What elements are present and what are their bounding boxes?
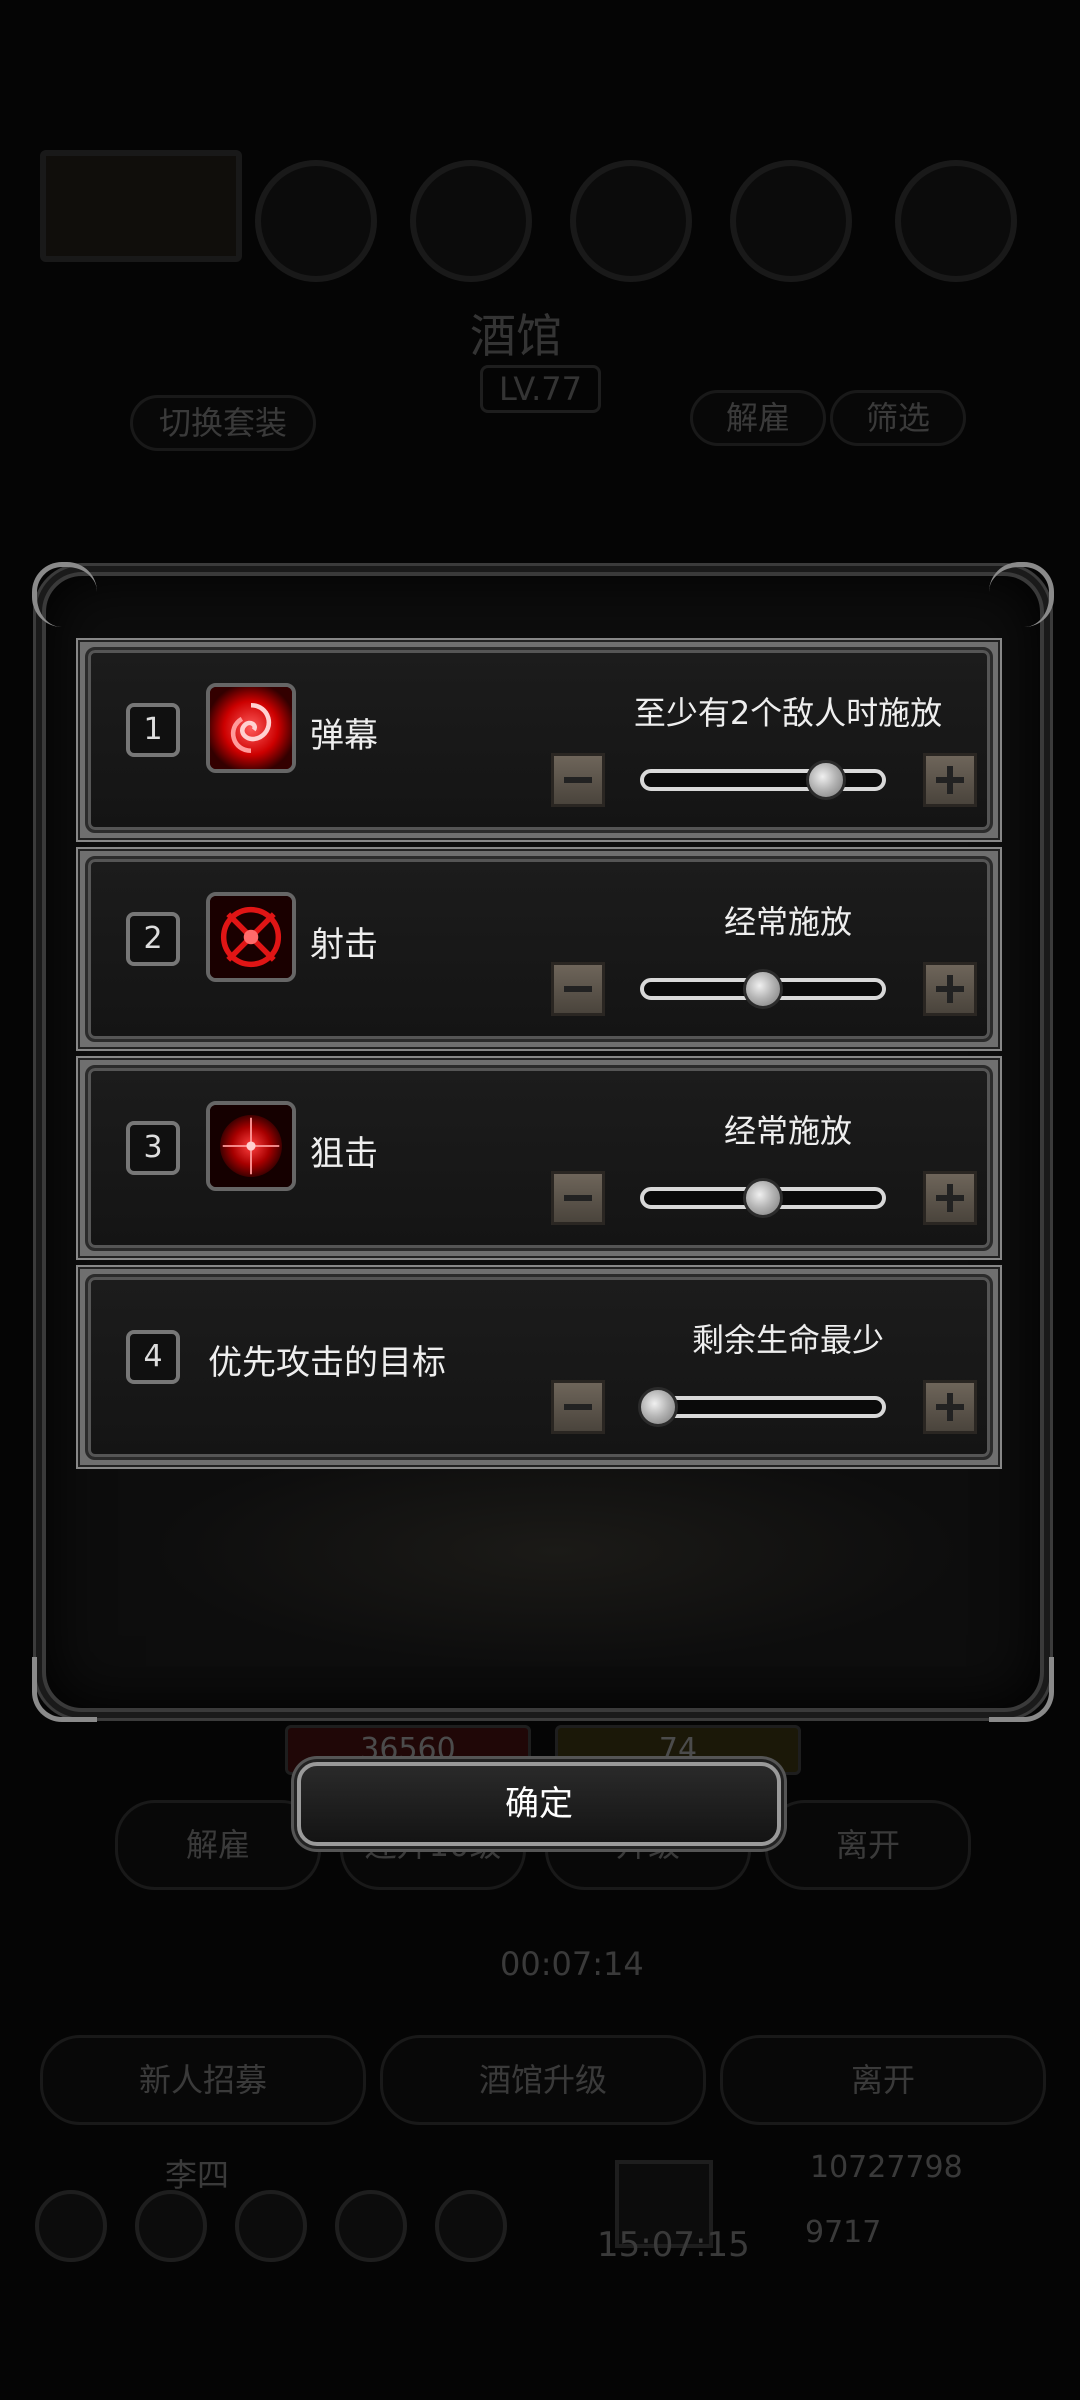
target-priority-value: 剩余生命最少 [691,1321,884,1359]
equip-slot [570,160,692,282]
timer-text: 00:07:14 [500,1945,644,1983]
frame-corner-ornament [989,1657,1054,1722]
crosshair-skill-icon [206,892,296,982]
menu-icon [35,2190,107,2262]
hero-portrait [40,150,242,262]
decrease-button[interactable] [551,1380,605,1434]
confirm-button[interactable]: 确定 [297,1762,781,1846]
filter-button: 筛选 [830,390,966,446]
gold-count: 10727798 [810,2150,963,2185]
slider-knob[interactable] [743,1178,783,1218]
skill-index: 4 [126,1330,180,1384]
decrease-button[interactable] [551,962,605,1016]
gem-count: 9717 [805,2215,882,2250]
skill-row: 1 弹幕 至少有2个敌人时施放 [80,642,998,838]
equip-slot [730,160,852,282]
skill-index: 1 [126,703,180,757]
switch-set-button: 切换套装 [130,395,316,451]
increase-button[interactable] [923,1380,977,1434]
skill-index: 2 [126,912,180,966]
menu-icon [235,2190,307,2262]
hero-name: 酒馆 [470,309,562,363]
scope-skill-icon [206,1101,296,1191]
menu-icon [335,2190,407,2262]
hero-level: LV.77 [480,365,601,413]
menu-icon [435,2190,507,2262]
dialog-background-texture [146,1436,966,1666]
dismiss-top-button: 解雇 [690,390,826,446]
slider-knob[interactable] [743,969,783,1009]
equip-slot [895,160,1017,282]
cast-condition: 经常施放 [723,903,852,941]
skill-name: 弹幕 [310,716,378,756]
swirl-skill-icon [206,683,296,773]
increase-button[interactable] [923,962,977,1016]
recruit-button: 新人招募 [40,2035,366,2125]
skill-row: 2 射击 经常施放 [80,851,998,1047]
frame-corner-ornament [32,1657,97,1722]
cast-condition: 至少有2个敌人时施放 [633,694,943,732]
tavern-upgrade-button: 酒馆升级 [380,2035,706,2125]
menu-icon [135,2190,207,2262]
increase-button[interactable] [923,1171,977,1225]
clock-text: 15:07:15 [597,2225,750,2265]
target-priority-row: 4 优先攻击的目标 剩余生命最少 [80,1269,998,1465]
cast-slider-track[interactable] [640,769,886,791]
slider-knob[interactable] [638,1387,678,1427]
skill-row: 3 狙击 经常施放 [80,1060,998,1256]
skill-index: 3 [126,1121,180,1175]
decrease-button[interactable] [551,753,605,807]
equip-slot [255,160,377,282]
skill-name: 狙击 [310,1134,378,1174]
leave-button: 离开 [765,1800,971,1890]
decrease-button[interactable] [551,1171,605,1225]
skill-name: 射击 [310,925,378,965]
leave2-button: 离开 [720,2035,1046,2125]
equip-slot [410,160,532,282]
player-name: 李四 [165,2156,230,2194]
slider-knob[interactable] [806,760,846,800]
increase-button[interactable] [923,753,977,807]
dismiss-button: 解雇 [115,1800,321,1890]
cast-condition: 经常施放 [723,1112,852,1150]
target-priority-label: 优先攻击的目标 [208,1343,446,1383]
